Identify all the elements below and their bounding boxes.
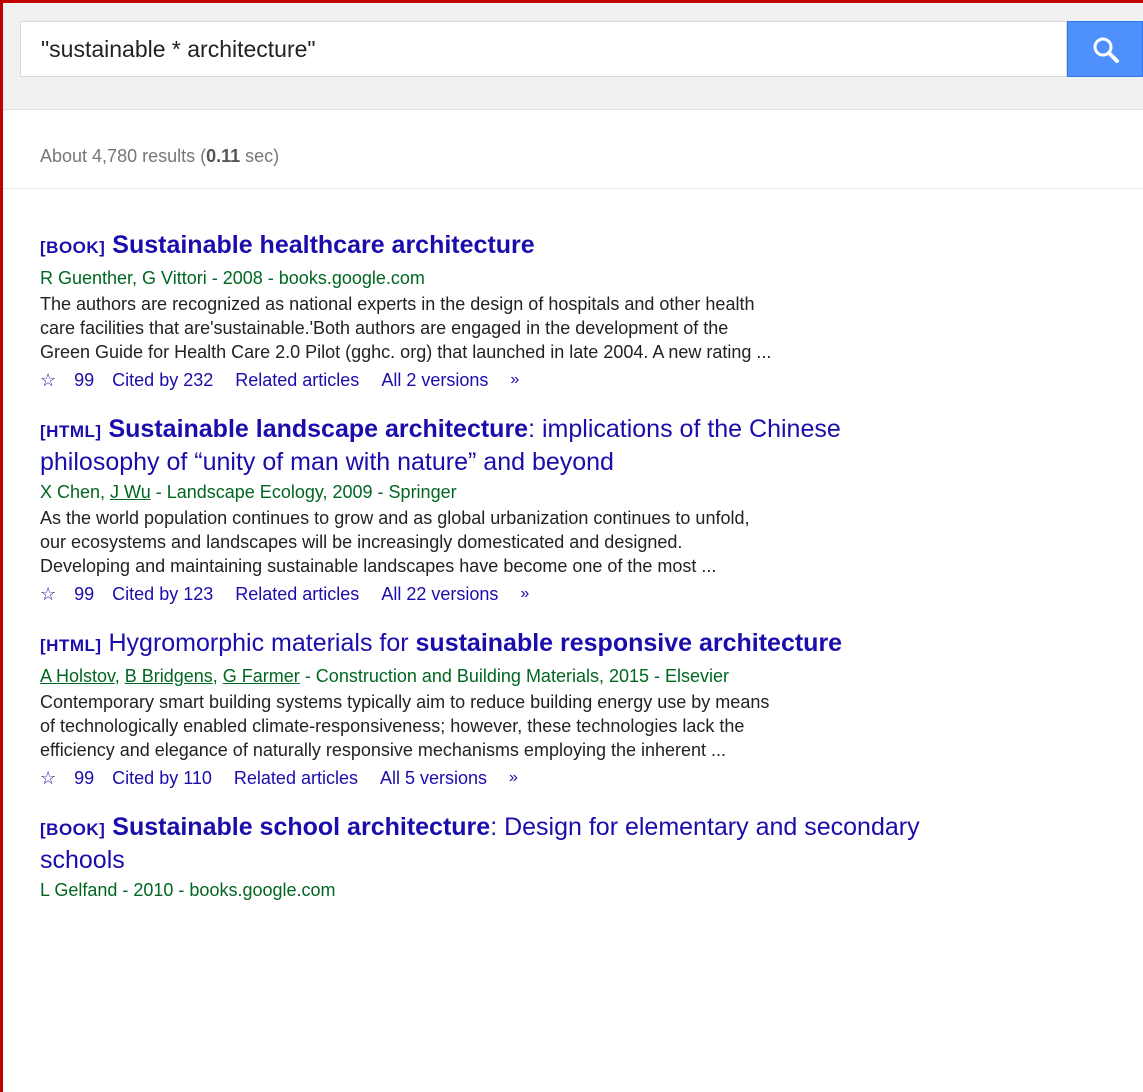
result-title-link[interactable]: Sustainable landscape architecture	[108, 415, 528, 443]
star-icon[interactable]: ☆	[40, 582, 56, 606]
cited-by-link[interactable]: Cited by 232	[112, 368, 213, 392]
search-header	[3, 3, 1143, 110]
related-articles-link[interactable]: Related articles	[234, 766, 358, 790]
result-meta: A Holstov, B Bridgens, G Farmer - Constr…	[40, 666, 730, 686]
related-articles-link[interactable]: Related articles	[235, 582, 359, 606]
results-count: About 4,780 results (0.11 sec)	[40, 146, 280, 166]
double-chevron-icon[interactable]: »	[510, 368, 519, 392]
results-list: [BOOK] Sustainable healthcare architectu…	[40, 230, 1140, 924]
star-icon[interactable]: ☆	[40, 368, 56, 392]
search-box[interactable]	[20, 21, 1067, 77]
author-link[interactable]: B Bridgens	[125, 666, 213, 686]
cited-by-link[interactable]: Cited by 110	[112, 766, 212, 790]
versions-link[interactable]: All 22 versions	[381, 582, 498, 606]
results-stats-bar: About 4,780 results (0.11 sec)	[3, 110, 1143, 189]
result-item: [BOOK] Sustainable healthcare architectu…	[40, 230, 1140, 392]
result-type-badge: [HTML]	[40, 422, 102, 441]
result-item: [BOOK] Sustainable school architecture: …	[40, 812, 1140, 902]
result-actions: ☆ 99 Cited by 232 Related articles All 2…	[40, 368, 1140, 392]
cited-by-link[interactable]: Cited by 123	[112, 582, 213, 606]
star-icon[interactable]: ☆	[40, 766, 56, 790]
result-title-continued[interactable]: philosophy of “unity of man with nature”…	[40, 447, 1140, 477]
result-type-badge: [HTML]	[40, 636, 102, 655]
author-link[interactable]: G Farmer	[223, 666, 300, 686]
result-title[interactable]: [HTML] Sustainable landscape architectur…	[40, 414, 1140, 447]
result-title-link[interactable]: Sustainable school architecture	[112, 813, 490, 841]
result-meta: L Gelfand - 2010 - books.google.com	[40, 880, 336, 900]
result-item: [HTML] Hygromorphic materials for sustai…	[40, 628, 1140, 790]
quote-icon[interactable]: 99	[74, 368, 94, 392]
result-type-badge: [BOOK]	[40, 238, 106, 257]
search-input[interactable]	[21, 22, 1066, 76]
result-title-continued[interactable]: schools	[40, 845, 1140, 875]
result-actions: ☆ 99 Cited by 123 Related articles All 2…	[40, 582, 1140, 606]
result-snippet: Contemporary smart building systems typi…	[40, 692, 770, 760]
result-title-link[interactable]: sustainable responsive architecture	[416, 629, 843, 657]
result-title-link[interactable]: Sustainable healthcare architecture	[112, 231, 534, 259]
versions-link[interactable]: All 5 versions	[380, 766, 487, 790]
double-chevron-icon[interactable]: »	[509, 766, 518, 790]
result-type-badge: [BOOK]	[40, 820, 106, 839]
author-link[interactable]: A Holstov	[40, 666, 115, 686]
quote-icon[interactable]: 99	[74, 766, 94, 790]
result-title[interactable]: [BOOK] Sustainable school architecture: …	[40, 812, 1140, 845]
versions-link[interactable]: All 2 versions	[381, 368, 488, 392]
result-snippet: As the world population continues to gro…	[40, 508, 750, 576]
result-title[interactable]: [BOOK] Sustainable healthcare architectu…	[40, 230, 1140, 263]
author-link[interactable]: J Wu	[110, 482, 151, 502]
result-actions: ☆ 99 Cited by 110 Related articles All 5…	[40, 766, 1140, 790]
result-title[interactable]: [HTML] Hygromorphic materials for sustai…	[40, 628, 1140, 661]
result-snippet: The authors are recognized as national e…	[40, 294, 772, 362]
double-chevron-icon[interactable]: »	[520, 582, 529, 606]
result-item: [HTML] Sustainable landscape architectur…	[40, 414, 1140, 606]
search-icon	[1093, 37, 1119, 63]
result-meta: R Guenther, G Vittori - 2008 - books.goo…	[40, 268, 425, 288]
related-articles-link[interactable]: Related articles	[235, 368, 359, 392]
search-button[interactable]	[1067, 21, 1143, 77]
quote-icon[interactable]: 99	[74, 582, 94, 606]
result-meta: X Chen, J Wu - Landscape Ecology, 2009 -…	[40, 482, 457, 502]
